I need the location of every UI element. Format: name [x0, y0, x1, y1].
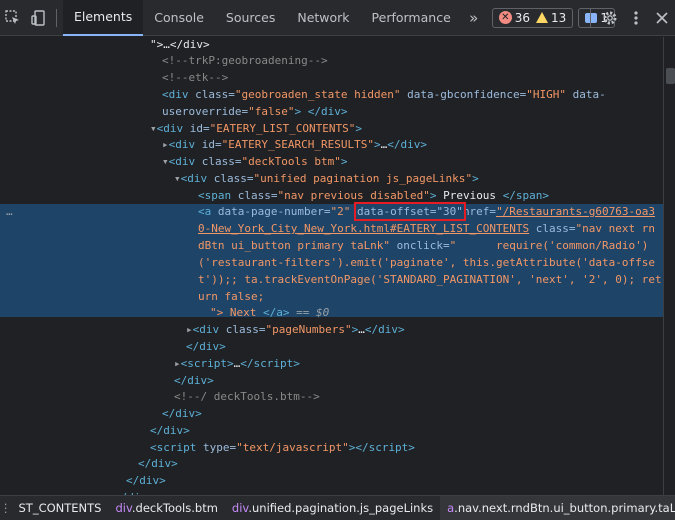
inspect-element-icon[interactable] [0, 0, 26, 36]
dom-line[interactable]: </div> [126, 473, 663, 490]
vertical-scrollbar[interactable] [663, 37, 675, 495]
error-count-value: 36 [514, 10, 531, 25]
close-icon[interactable] [649, 0, 675, 36]
dom-line[interactable]: useroverride="false"> </div> [162, 104, 663, 121]
highlighted-attribute[interactable]: data-offset="30" [353, 202, 466, 221]
breadcrumb-item[interactable]: div.unified.pagination.js_pageLinks [225, 501, 440, 515]
dom-line[interactable]: </div> [138, 456, 663, 473]
selected-dom-line[interactable]: "> Next </a> == $0 [210, 305, 663, 322]
selected-dom-line[interactable]: t'));; ta.trackEventOnPage('STANDARD_PAG… [198, 272, 663, 289]
dom-line[interactable]: </div> [162, 406, 663, 423]
breadcrumb-scroll-left-icon[interactable]: ⋮ [0, 501, 12, 515]
dom-line[interactable]: ▾<div id="EATERY_LIST_CONTENTS"> [150, 121, 663, 138]
error-count: ✕ 36 [498, 10, 531, 25]
selected-dom-line[interactable]: 0-New_York_City_New_York.html#EATERY_LIS… [198, 221, 663, 238]
gear-icon[interactable] [597, 0, 623, 36]
dom-comment[interactable]: <!--/ deckTools.btm--> [174, 389, 663, 406]
dom-line[interactable]: ▸<div id="EATERY_SEARCH_RESULTS">…</div> [162, 137, 663, 154]
tab-sources[interactable]: Sources [215, 0, 286, 36]
toolbar-divider [56, 8, 57, 27]
dom-line[interactable]: </div> [174, 373, 663, 390]
warning-count: 13 [536, 11, 566, 25]
breadcrumb-item[interactable]: ST_CONTENTS [12, 501, 109, 515]
devtools-toolbar: Elements Console Sources Network Perform… [0, 0, 675, 36]
warning-count-value: 13 [551, 10, 567, 25]
more-options-icon[interactable] [623, 0, 649, 36]
selected-dom-line[interactable]: urn false; [198, 289, 663, 306]
dom-line[interactable]: </div> [186, 339, 663, 356]
dom-line[interactable]: <script type="text/javascript"></script> [150, 440, 663, 457]
tab-network[interactable]: Network [286, 0, 360, 36]
dom-line[interactable]: ▾<div class="unified pagination js_pageL… [174, 171, 663, 188]
dom-line[interactable]: ▸<script>…</script> [174, 356, 663, 373]
more-tabs-button[interactable]: » [462, 0, 486, 36]
toolbar-divider [590, 9, 591, 27]
dom-line[interactable]: ">…</div> [150, 37, 663, 54]
selected-dom-line[interactable]: ('restaurant-filters').emit('paginate', … [198, 255, 663, 272]
scrollbar-thumb[interactable] [666, 68, 675, 84]
warning-icon [536, 12, 549, 23]
tab-elements[interactable]: Elements [63, 0, 144, 36]
dom-comment[interactable]: <!--trkP:geobroadening--> [162, 53, 663, 70]
breadcrumb: ⋮ ST_CONTENTS div.deckTools.btm div.unif… [0, 495, 675, 520]
selected-dom-line[interactable]: <a data-page-number="2" data-offset="30"… [198, 202, 663, 221]
dom-line[interactable]: ▸<div class="pageNumbers">…</div> [186, 322, 663, 339]
dom-line[interactable]: <div class="geobroaden_state hidden" dat… [162, 87, 663, 104]
issues-counter[interactable]: ✕ 36 13 [491, 7, 574, 28]
tab-performance[interactable]: Performance [361, 0, 462, 36]
tab-console[interactable]: Console [143, 0, 215, 36]
dom-line[interactable]: ▾<div class="deckTools btm"> [162, 154, 663, 171]
error-icon: ✕ [498, 11, 512, 24]
selected-dom-line[interactable]: dBtn ui_button primary taLnk" onclick=" … [198, 238, 663, 255]
dom-line[interactable]: </div> [150, 423, 663, 440]
breadcrumb-item-active[interactable]: a .nav.next.rndBtn.ui_button.primary.taLn… [440, 496, 675, 520]
device-toolbar-icon[interactable] [26, 0, 52, 36]
dom-line[interactable]: <span class="nav previous disabled"> Pre… [198, 188, 663, 205]
toolbar-right [584, 0, 675, 36]
breadcrumb-item[interactable]: div.deckTools.btm [108, 501, 224, 515]
dom-tree: ">…</div> <!--trkP:geobroadening--> <!--… [0, 37, 663, 495]
dom-comment[interactable]: <!--etk--> [162, 70, 663, 87]
